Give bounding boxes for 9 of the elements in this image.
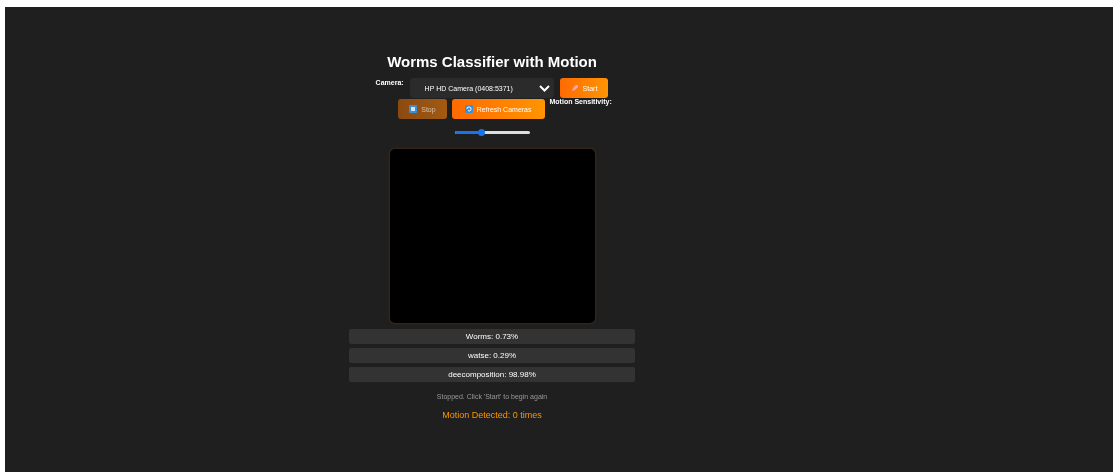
refresh-icon bbox=[464, 105, 473, 113]
page-title: Worms Classifier with Motion bbox=[387, 53, 597, 70]
prediction-bar: Worms: 0.73% bbox=[349, 329, 635, 344]
chevron-down-icon bbox=[538, 84, 550, 92]
prediction-bar: watse: 0.29% bbox=[349, 348, 635, 363]
motion-count: Motion Detected: 0 times bbox=[442, 410, 542, 420]
stop-icon bbox=[409, 105, 418, 113]
sensitivity-slider[interactable] bbox=[454, 131, 530, 134]
prediction-bar: deecomposition: 98.98% bbox=[349, 367, 635, 382]
